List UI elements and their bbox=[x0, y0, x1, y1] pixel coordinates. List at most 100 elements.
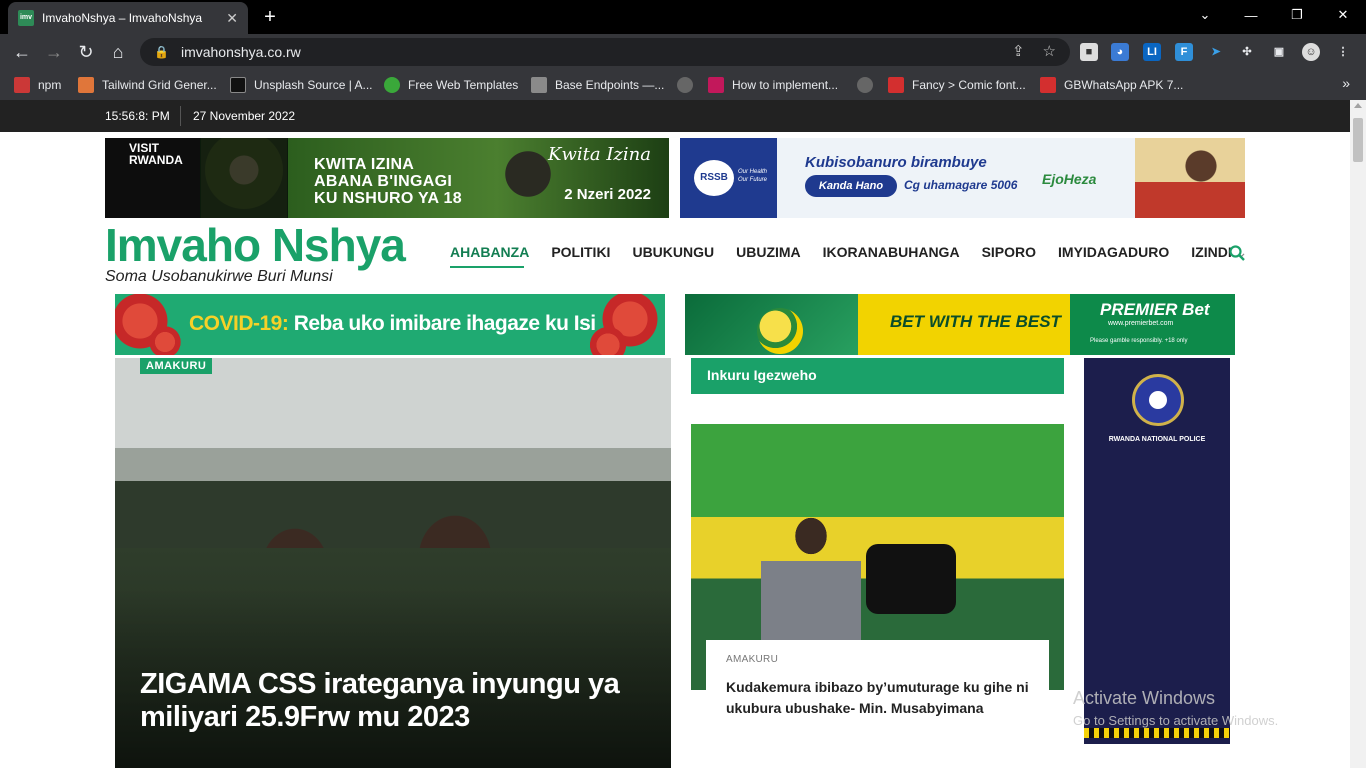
football-icon bbox=[757, 308, 803, 354]
side-panel-icon[interactable]: ▣ bbox=[1270, 43, 1288, 61]
bookmarks-overflow-icon[interactable]: » bbox=[1342, 75, 1350, 91]
extension-icon[interactable]: F bbox=[1175, 43, 1193, 61]
category-badge[interactable]: AMAKURU bbox=[140, 358, 213, 374]
npm-icon bbox=[14, 77, 30, 93]
scroll-up-icon[interactable] bbox=[1354, 103, 1362, 108]
nav-item-imyidagaduro[interactable]: IMYIDAGADURO bbox=[1058, 244, 1169, 261]
globe-icon bbox=[857, 77, 873, 93]
restore-button[interactable]: ❐ bbox=[1274, 0, 1320, 30]
bookmarks-bar: npm Tailwind Grid Gener... Unsplash Sour… bbox=[0, 70, 1366, 100]
rssb-banner-ad[interactable]: RSSB Our Health Our Future Kubisobanuro … bbox=[680, 138, 1245, 218]
police-emblem-icon bbox=[1132, 374, 1184, 426]
bookmark-item[interactable] bbox=[857, 76, 881, 94]
tab-search-icon[interactable]: ⌄ bbox=[1182, 0, 1228, 30]
bookmark-star-icon[interactable]: ☆ bbox=[1043, 42, 1056, 60]
doc-icon bbox=[531, 77, 547, 93]
extension-icon[interactable]: LI bbox=[1143, 43, 1161, 61]
police-label: RWANDA NATIONAL POLICE bbox=[1108, 436, 1206, 443]
premierbet-ad-banner[interactable]: BET WITH THE BEST PREMIER Bet www.premie… bbox=[685, 294, 1235, 355]
rssb-logo: RSSB bbox=[694, 160, 734, 196]
tab-close-icon[interactable]: ✕ bbox=[226, 10, 238, 27]
chair-image bbox=[866, 544, 956, 614]
new-tab-button[interactable]: + bbox=[258, 5, 282, 29]
bookmark-item[interactable]: GBWhatsApp APK 7... bbox=[1040, 76, 1183, 94]
page-scrollbar[interactable] bbox=[1350, 100, 1366, 768]
url-text: imvahonshya.co.rw bbox=[180, 44, 301, 60]
kwita-izina-logo: Kwita Izina bbox=[548, 144, 651, 165]
visit-rwanda-logo: VISIT RWANDA bbox=[105, 138, 200, 218]
premierbet-logo: PREMIER Bet bbox=[1100, 300, 1210, 319]
bookmark-item[interactable]: Unsplash Source | A... bbox=[230, 76, 373, 94]
banner-headline: KWITA IZINA ABANA B'INGAGI KU NSHURO YA … bbox=[314, 156, 462, 207]
featured-headline[interactable]: ZIGAMA CSS irateganya inyungu ya miliyar… bbox=[140, 668, 640, 734]
latest-category[interactable]: AMAKURU bbox=[726, 654, 1029, 665]
extension-icon[interactable]: ➤ bbox=[1207, 43, 1225, 61]
share-icon[interactable]: ⇪ bbox=[1012, 42, 1025, 60]
site-icon bbox=[708, 77, 724, 93]
tab-strip: imv ImvahoNshya – ImvahoNshya ✕ + ⌄ — ❐ … bbox=[0, 0, 1366, 34]
nav-item-ubukungu[interactable]: UBUKUNGU bbox=[632, 244, 714, 261]
bookmark-item[interactable] bbox=[677, 76, 701, 94]
font-icon bbox=[888, 77, 904, 93]
featured-story[interactable]: AMAKURU ZIGAMA CSS irateganya inyungu ya… bbox=[115, 358, 671, 768]
premierbet-logo-panel: PREMIER Bet www.premierbet.com Please ga… bbox=[1070, 294, 1235, 355]
nav-item-ubuzima[interactable]: UBUZIMA bbox=[736, 244, 801, 261]
latest-story-card[interactable]: AMAKURU Kudakemura ibibazo by’umuturage … bbox=[706, 640, 1049, 728]
lock-icon[interactable]: 🔒 bbox=[154, 45, 169, 59]
bet-slogan: BET WITH THE BEST bbox=[890, 312, 1061, 331]
activate-windows-watermark: Activate Windows Go to Settings to activ… bbox=[1073, 688, 1279, 728]
minimize-button[interactable]: — bbox=[1228, 0, 1274, 30]
bookmark-item[interactable]: Base Endpoints —... bbox=[531, 76, 664, 94]
latest-news-heading: Inkuru Igezweho bbox=[691, 358, 1064, 394]
covid-ad-text: COVID-19: Reba uko imibare ihagaze ku Is… bbox=[189, 312, 596, 335]
divider bbox=[180, 106, 181, 126]
site-tagline: Soma Usobanukirwe Buri Munsi bbox=[105, 268, 333, 285]
home-icon[interactable]: ⌂ bbox=[106, 40, 130, 64]
forward-arrow-icon[interactable]: → bbox=[42, 40, 66, 64]
nav-item-ikoranabuhanga[interactable]: IKORANABUHANGA bbox=[823, 244, 960, 261]
tab-title: ImvahoNshya – ImvahoNshya bbox=[42, 11, 203, 25]
bookmark-item[interactable]: Fancy > Comic font... bbox=[888, 76, 1026, 94]
extension-icon[interactable]: ◕ bbox=[1111, 43, 1129, 61]
active-nav-underline bbox=[450, 266, 524, 268]
reload-icon[interactable]: ↻ bbox=[74, 40, 98, 64]
bookmark-item[interactable]: Free Web Templates bbox=[384, 76, 518, 94]
extension-icon[interactable]: ■ bbox=[1080, 43, 1098, 61]
site-favicon-icon: imv bbox=[18, 10, 34, 26]
police-ad-banner[interactable]: RWANDA NATIONAL POLICE bbox=[1084, 358, 1230, 744]
bookmark-item[interactable]: How to implement... bbox=[708, 76, 838, 94]
kanda-hano-button[interactable]: Kanda Hano bbox=[805, 175, 897, 197]
virus-icon bbox=[145, 322, 185, 355]
nav-item-siporo[interactable]: SIPORO bbox=[982, 244, 1036, 261]
kwita-izina-banner-ad[interactable]: VISIT RWANDA KWITA IZINA ABANA B'INGAGI … bbox=[105, 138, 669, 218]
site-logo[interactable]: Imvaho Nshya bbox=[105, 220, 406, 270]
scrollbar-thumb[interactable] bbox=[1353, 118, 1363, 162]
nav-item-ahabanza[interactable]: AHABANZA bbox=[450, 244, 529, 261]
gamble-notice: Please gamble responsibly. +18 only bbox=[1090, 338, 1188, 344]
rssb-panel: RSSB Our Health Our Future bbox=[680, 138, 777, 218]
puzzle-icon[interactable]: ✣ bbox=[1238, 43, 1256, 61]
menu-dots-icon[interactable]: ⋮ bbox=[1334, 43, 1352, 61]
close-window-button[interactable]: ✕ bbox=[1320, 0, 1366, 30]
rssb-logo-sub: Our Health Our Future bbox=[738, 169, 768, 183]
back-arrow-icon[interactable]: ← bbox=[10, 40, 34, 64]
search-icon[interactable] bbox=[1229, 245, 1245, 261]
bookmark-item[interactable]: npm bbox=[14, 76, 61, 94]
ejoheza-logo: EjoHeza bbox=[1042, 171, 1097, 187]
bookmark-item[interactable]: Tailwind Grid Gener... bbox=[78, 76, 217, 94]
profile-avatar[interactable]: ☺ bbox=[1302, 43, 1320, 61]
current-time: 15:56:8: PM bbox=[105, 109, 170, 123]
web-page: 15:56:8: PM 27 November 2022 VISIT RWAND… bbox=[0, 100, 1350, 768]
main-navigation: AHABANZA POLITIKI UBUKUNGU UBUZIMA IKORA… bbox=[450, 244, 1247, 261]
globe-icon bbox=[677, 77, 693, 93]
apk-icon bbox=[1040, 77, 1056, 93]
browser-toolbar: ← → ↻ ⌂ 🔒 imvahonshya.co.rw ⇪ ☆ ■ ◕ LI F… bbox=[0, 34, 1366, 70]
browser-tab[interactable]: imv ImvahoNshya – ImvahoNshya ✕ bbox=[8, 2, 248, 34]
latest-story-title[interactable]: Kudakemura ibibazo by’umuturage ku gihe … bbox=[726, 677, 1029, 719]
rssb-ussd-text: Cg uhamagare 5006 bbox=[904, 178, 1018, 192]
rssb-headline: Kubisobanuro birambuye bbox=[805, 154, 987, 171]
address-bar[interactable]: 🔒 imvahonshya.co.rw ⇪ ☆ bbox=[140, 38, 1070, 66]
nav-item-politiki[interactable]: POLITIKI bbox=[551, 244, 610, 261]
covid-ad-banner[interactable]: COVID-19: Reba uko imibare ihagaze ku Is… bbox=[115, 294, 665, 355]
premierbet-url: www.premierbet.com bbox=[1108, 320, 1174, 327]
